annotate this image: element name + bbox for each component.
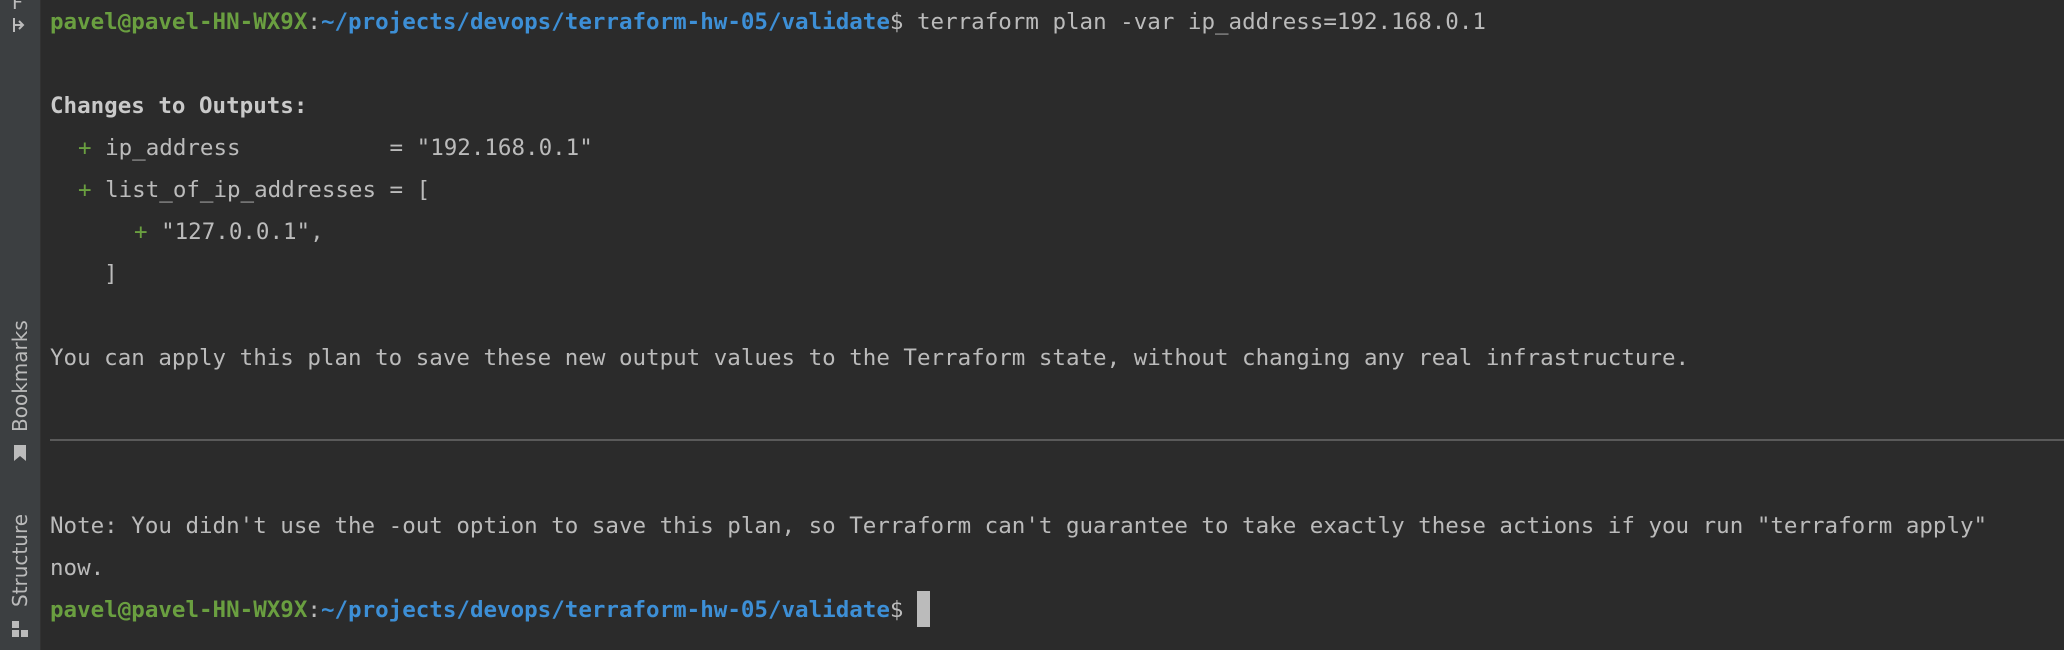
structure-tab[interactable]: Structure [8, 514, 32, 607]
output-item-list: + list_of_ip_addresses = [ [78, 169, 430, 211]
tool-window-strip: F Bookmarks Structure [0, 0, 41, 650]
output-item-ip-address: + ip_address = "192.168.0.1" [78, 127, 593, 169]
project-tab-fragment[interactable]: F [12, 0, 52, 14]
terminal-output[interactable]: pavel@pavel-HN-WX9X:~/projects/devops/te… [50, 0, 2064, 650]
prompt-dollar: $ [889, 9, 904, 35]
prompt-colon: : [307, 597, 321, 623]
output-item-text: list_of_ip_addresses = [ [91, 177, 431, 203]
output-nested-item: + "127.0.0.1", [134, 211, 324, 253]
command-prompt-line: pavel@pavel-HN-WX9X:~/projects/devops/te… [50, 1, 1486, 43]
closing-bracket: ] [50, 261, 118, 287]
prompt-user-host: pavel@pavel-HN-WX9X [50, 9, 308, 35]
plus-sign: + [78, 177, 92, 203]
prompt-path: ~/projects/devops/terraform-hw-05/valida… [320, 597, 890, 623]
text-cursor [917, 590, 931, 627]
pull-requests-icon[interactable] [11, 16, 29, 34]
note-line-1: Note: You didn't use the -out option to … [50, 513, 1988, 539]
prompt-path: ~/projects/devops/terraform-hw-05/valida… [320, 9, 890, 35]
output-item-text: "127.0.0.1", [147, 219, 324, 245]
command-text: terraform plan -var ip_address=192.168.0… [903, 9, 1486, 35]
separator-line [50, 439, 2064, 441]
bookmarks-tab[interactable]: Bookmarks [8, 320, 32, 432]
apply-message: You can apply this plan to save these ne… [50, 345, 1690, 371]
bookmark-icon [14, 445, 26, 461]
note-line-2: now. [50, 555, 105, 581]
prompt-dollar: $ [889, 597, 904, 623]
structure-icon [12, 621, 28, 637]
outputs-heading: Changes to Outputs: [50, 93, 308, 119]
plus-sign: + [78, 135, 92, 161]
prompt-colon: : [307, 9, 321, 35]
prompt-user-host: pavel@pavel-HN-WX9X [50, 597, 308, 623]
plus-sign: + [134, 219, 148, 245]
command-prompt-line: pavel@pavel-HN-WX9X:~/projects/devops/te… [50, 589, 931, 631]
output-item-text: ip_address = "192.168.0.1" [91, 135, 593, 161]
